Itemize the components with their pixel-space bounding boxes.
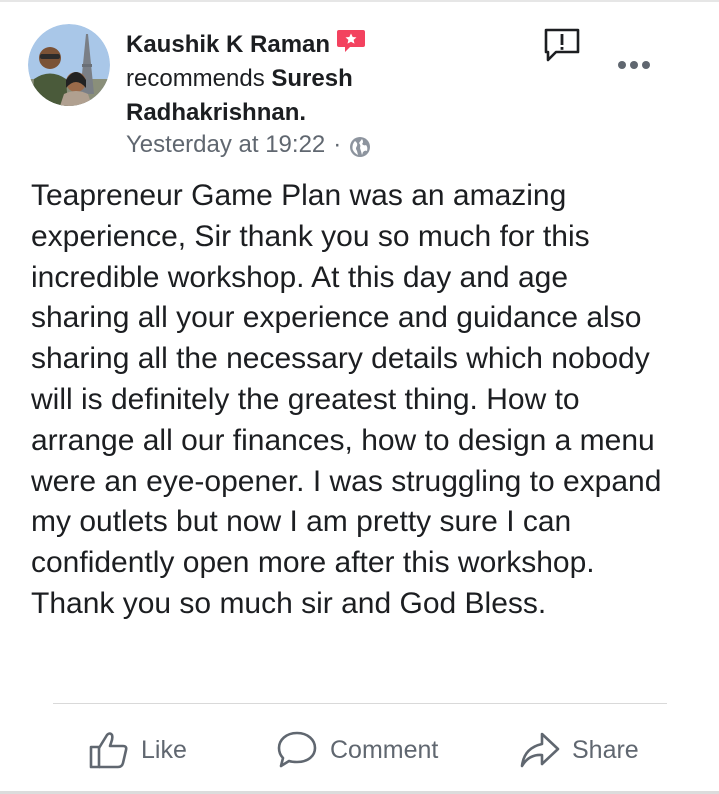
avatar[interactable] [28, 24, 110, 106]
share-button[interactable]: Share [520, 725, 639, 775]
like-label: Like [141, 735, 187, 764]
comment-label: Comment [330, 735, 439, 764]
comment-button[interactable]: Comment [276, 725, 438, 775]
recommendation-post: Kaushik K Raman recommends Suresh Radhak… [0, 0, 719, 794]
more-options-icon[interactable] [616, 54, 656, 76]
like-button[interactable]: Like [89, 725, 187, 775]
post-meta: Yesterday at 19:22 · [126, 128, 371, 162]
header-line-2: recommends Suresh [126, 62, 456, 96]
share-label: Share [572, 735, 639, 764]
share-arrow-icon [520, 732, 560, 768]
report-icon[interactable] [542, 26, 582, 66]
post-body: Teapreneur Game Plan was an amazing expe… [31, 179, 662, 620]
globe-icon [349, 134, 371, 157]
thumbs-up-icon [89, 732, 128, 769]
author-name[interactable]: Kaushik K Raman [126, 31, 330, 58]
recommended-page-name-cont[interactable]: Radhakrishnan. [126, 99, 306, 126]
comment-icon [277, 731, 317, 768]
recommended-page-name[interactable]: Suresh [271, 65, 352, 92]
recommendation-star-icon [336, 28, 366, 52]
separator: · [333, 131, 342, 158]
top-border [0, 0, 719, 2]
recommends-text: recommends [126, 65, 265, 92]
post-header: Kaushik K Raman recommends Suresh Radhak… [126, 28, 456, 130]
header-line-1: Kaushik K Raman [126, 28, 456, 62]
action-bar: Like Comment Share [0, 725, 719, 775]
header-line-3: Radhakrishnan. [126, 96, 456, 130]
actions-divider [53, 703, 667, 704]
timestamp[interactable]: Yesterday at 19:22 [126, 128, 325, 162]
